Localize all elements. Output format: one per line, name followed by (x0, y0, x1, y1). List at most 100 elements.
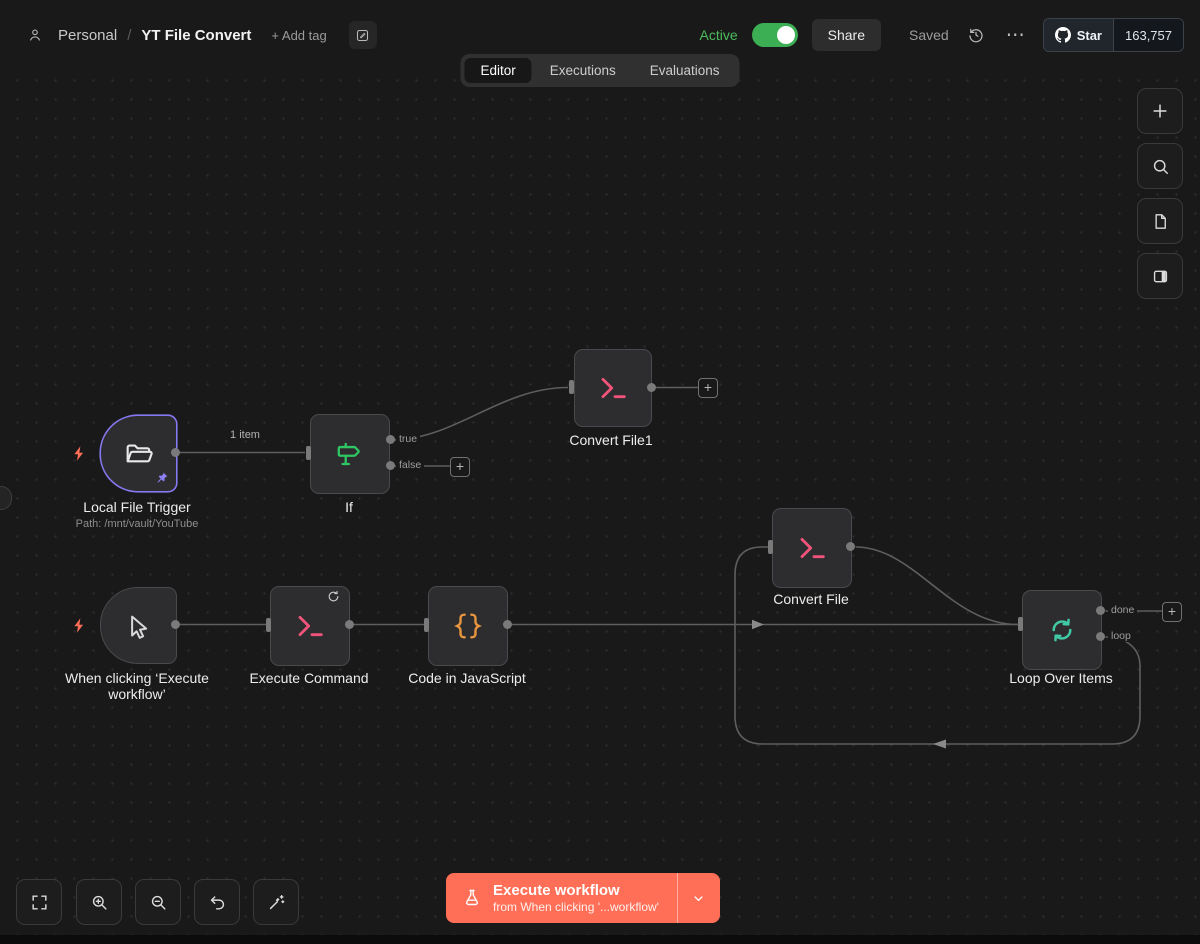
add-node-plus-button[interactable]: + (698, 378, 718, 398)
execute-workflow-button[interactable]: Execute workflow from When clicking '...… (446, 873, 720, 923)
output-label-loop: loop (1108, 630, 1134, 642)
node-convert-file[interactable] (772, 508, 852, 588)
output-endpoint[interactable] (171, 448, 180, 457)
file-icon (1154, 213, 1166, 229)
tab-evaluations[interactable]: Evaluations (634, 58, 736, 83)
node-label-convert-file: Convert File (773, 591, 849, 607)
node-label-code-in-javascript: Code in JavaScript (408, 670, 526, 686)
tab-editor[interactable]: Editor (464, 58, 532, 83)
plus-icon (1153, 104, 1167, 118)
node-label-convert-file1: Convert File1 (569, 432, 653, 448)
node-manual-trigger[interactable] (100, 587, 177, 664)
execute-options-dropdown[interactable] (676, 873, 720, 923)
terminal-icon (601, 377, 626, 399)
connection-arrow (752, 619, 764, 630)
github-star-label: Star (1076, 27, 1102, 43)
output-endpoint[interactable] (647, 383, 656, 392)
node-label-execute-command: Execute Command (249, 670, 369, 686)
view-tabs: Editor Executions Evaluations (460, 54, 740, 87)
input-endpoint (266, 618, 271, 632)
signpost-icon (337, 442, 360, 466)
rename-workflow-button[interactable] (348, 21, 377, 49)
output-endpoint-false[interactable] (386, 461, 395, 470)
add-node-plus-button[interactable]: + (450, 457, 470, 477)
node-label-local-file-trigger: Local File Trigger (83, 499, 191, 515)
n8n-workflow-editor: Personal / YT File Convert + Add tag Act… (0, 0, 1200, 944)
execute-workflow-subtitle: from When clicking '...workflow' (493, 900, 659, 914)
node-loop-over-items[interactable] (1022, 590, 1102, 670)
node-sublabel-local-file-trigger: Path: /mnt/vault/YouTube (75, 518, 199, 530)
add-node-plus-button[interactable]: + (1162, 602, 1182, 622)
input-endpoint (306, 446, 311, 460)
node-if[interactable] (310, 414, 390, 494)
node-label-manual-trigger: When clicking ‘Execute workflow’ (37, 670, 237, 702)
share-button[interactable]: Share (811, 19, 881, 51)
folder-open-icon (126, 444, 153, 462)
output-endpoint[interactable] (846, 542, 855, 551)
input-endpoint (569, 380, 574, 394)
output-endpoint-done[interactable] (1096, 606, 1105, 615)
fit-view-icon (31, 894, 47, 910)
workflow-title[interactable]: YT File Convert (141, 27, 251, 44)
cursor-icon (130, 615, 147, 639)
saved-status: Saved (909, 27, 949, 43)
terminal-icon (298, 615, 323, 637)
connection-items-count: 1 item (230, 429, 260, 441)
zoom-in-button[interactable] (76, 879, 122, 925)
breadcrumb-project[interactable]: Personal (58, 27, 117, 44)
connection-arrow (933, 739, 946, 749)
output-endpoint-true[interactable] (386, 435, 395, 444)
node-code-in-javascript[interactable] (428, 586, 508, 666)
output-label-done: done (1108, 604, 1138, 616)
output-endpoint[interactable] (345, 620, 354, 629)
output-label-true: true (396, 433, 421, 445)
input-endpoint (424, 618, 429, 632)
braces-icon (454, 613, 482, 639)
user-icon (22, 22, 48, 48)
history-icon[interactable] (963, 22, 989, 48)
undo-icon (210, 895, 224, 910)
search-button[interactable] (1137, 143, 1183, 189)
active-toggle[interactable] (751, 23, 798, 47)
input-endpoint (1018, 617, 1023, 631)
pinned-data-icon (155, 471, 169, 485)
tab-executions[interactable]: Executions (534, 58, 632, 83)
breadcrumb-separator: / (127, 26, 132, 44)
trigger-lightning-icon (71, 444, 88, 463)
logs-panel-button[interactable] (1137, 253, 1183, 299)
output-endpoint[interactable] (171, 620, 180, 629)
github-star-count: 163,757 (1113, 19, 1183, 51)
loop-icon (1052, 618, 1072, 642)
execute-workflow-title: Execute workflow (493, 882, 620, 899)
tidy-up-button[interactable] (253, 879, 299, 925)
zoom-out-icon (151, 895, 166, 910)
pencil-square-icon (357, 29, 369, 41)
output-endpoint-loop[interactable] (1096, 632, 1105, 641)
node-convert-file1[interactable] (574, 349, 652, 427)
undo-button[interactable] (194, 879, 240, 925)
github-star-widget[interactable]: Star 163,757 (1042, 18, 1184, 52)
node-label-line2: workflow’ (108, 686, 166, 702)
add-tag-button[interactable]: + Add tag (271, 28, 326, 43)
fit-view-button[interactable] (16, 879, 62, 925)
sticky-note-button[interactable] (1137, 198, 1183, 244)
github-icon (1054, 27, 1071, 43)
chevron-down-icon (694, 895, 704, 901)
retry-badge-icon (327, 590, 340, 603)
terminal-icon (800, 537, 825, 559)
input-endpoint (768, 540, 773, 554)
connection-convertfile-to-loop[interactable] (855, 546, 1019, 626)
add-node-button[interactable] (1137, 88, 1183, 134)
output-label-false: false (396, 459, 425, 471)
toggle-knob (776, 26, 795, 44)
zoom-in-icon (92, 895, 107, 910)
bottom-edge (0, 935, 1200, 944)
active-label: Active (699, 27, 738, 43)
panel-icon (1153, 270, 1167, 282)
flask-icon (466, 889, 478, 906)
wand-icon (269, 894, 284, 909)
node-label-line1: When clicking ‘Execute (65, 670, 209, 686)
output-endpoint[interactable] (503, 620, 512, 629)
zoom-out-button[interactable] (135, 879, 181, 925)
more-options-button[interactable]: ⋯ (1003, 22, 1029, 48)
